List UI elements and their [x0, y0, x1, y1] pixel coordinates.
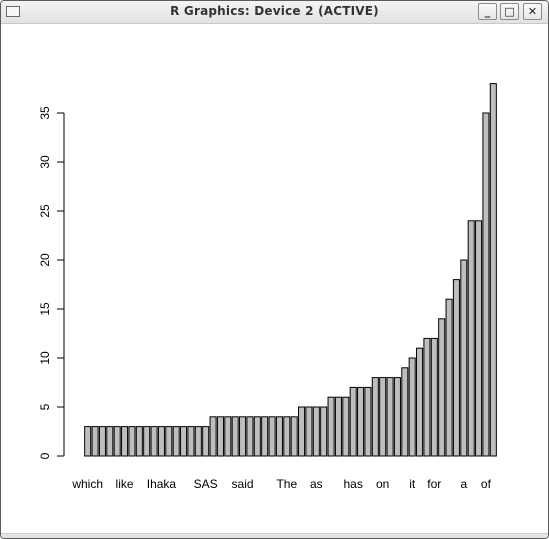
x-tick-label: SAS	[194, 477, 218, 491]
bar	[342, 396, 350, 457]
bar	[489, 83, 497, 457]
bar	[246, 416, 254, 457]
bar	[467, 220, 475, 457]
bar	[349, 386, 357, 457]
bar-chart: 05101520253035 which like Ihaka SAS said The a…	[38, 83, 497, 491]
bar	[98, 426, 106, 457]
bar	[268, 416, 276, 457]
x-tick-label: The	[276, 477, 297, 491]
bar	[430, 337, 438, 457]
y-tick-label: 15	[38, 302, 52, 316]
bar	[334, 396, 342, 457]
bar	[91, 426, 99, 457]
bar	[379, 377, 387, 457]
bar	[187, 426, 195, 457]
x-tick-label: Ihaka	[147, 477, 177, 491]
bar	[312, 406, 320, 457]
y-tick-label: 30	[38, 155, 52, 169]
x-tick-label: said	[232, 477, 254, 491]
title-bar[interactable]: R Graphics: Device 2 (ACTIVE) _ □ ✕	[1, 1, 548, 24]
y-tick-label: 20	[38, 253, 52, 267]
bar	[172, 426, 180, 457]
y-tick-label: 25	[38, 204, 52, 218]
bar	[157, 426, 165, 457]
window-title: R Graphics: Device 2 (ACTIVE)	[170, 4, 379, 18]
bar	[290, 416, 298, 457]
bar	[438, 318, 446, 457]
maximize-button[interactable]: □	[500, 3, 519, 20]
bar	[393, 377, 401, 457]
close-button[interactable]: ✕	[523, 3, 542, 20]
r-graphics-window: R Graphics: Device 2 (ACTIVE) _ □ ✕ 0 5 10…	[0, 0, 549, 539]
bar	[180, 426, 188, 457]
bar	[143, 426, 151, 457]
bar	[298, 406, 306, 457]
bar	[150, 426, 158, 457]
x-tick-label: for	[427, 477, 441, 491]
bar	[371, 377, 379, 457]
bar	[416, 347, 424, 457]
bar	[224, 416, 232, 457]
bar	[165, 426, 173, 457]
bar	[327, 396, 335, 457]
bar	[216, 416, 224, 457]
y-tick-label: 10	[38, 351, 52, 365]
bar	[135, 426, 143, 457]
bar	[261, 416, 269, 457]
window-bottom-border	[1, 533, 548, 538]
bar	[209, 416, 217, 457]
bars	[84, 83, 497, 457]
bar	[460, 259, 468, 457]
bar	[283, 416, 291, 457]
bar	[423, 337, 431, 457]
bar	[401, 367, 409, 457]
x-tick-label: has	[344, 477, 363, 491]
bar	[305, 406, 313, 457]
y-axis: 0 5 10 15 20 25 30 35	[38, 106, 65, 459]
y-tick-label: 0	[38, 452, 52, 459]
bar	[194, 426, 202, 457]
bar	[106, 426, 114, 457]
bar	[84, 426, 92, 457]
bar	[475, 220, 483, 457]
x-tick-label: it	[409, 477, 416, 491]
minimize-button[interactable]: _	[478, 3, 497, 20]
x-tick-label: on	[376, 477, 389, 491]
x-tick-label: of	[481, 477, 492, 491]
bar	[452, 279, 460, 457]
bar	[445, 298, 453, 457]
y-tick-label: 35	[38, 106, 52, 120]
x-tick-label: as	[310, 477, 323, 491]
x-tick-label: which	[71, 477, 103, 491]
x-tick-label: a	[460, 477, 467, 491]
bar	[386, 377, 394, 457]
bar	[239, 416, 247, 457]
bar	[113, 426, 121, 457]
bar	[408, 357, 416, 457]
x-tick-label: like	[116, 477, 134, 491]
bar	[275, 416, 283, 457]
bar	[357, 386, 365, 457]
bar	[482, 112, 490, 457]
bar	[364, 386, 372, 457]
bar	[128, 426, 136, 457]
x-axis-labels: which like Ihaka SAS said The as has on it for a of	[71, 477, 491, 491]
bar	[121, 426, 129, 457]
bar	[231, 416, 239, 457]
bar	[253, 416, 261, 457]
y-tick-label: 5	[38, 403, 52, 410]
bar	[320, 406, 328, 457]
bar	[202, 426, 210, 457]
